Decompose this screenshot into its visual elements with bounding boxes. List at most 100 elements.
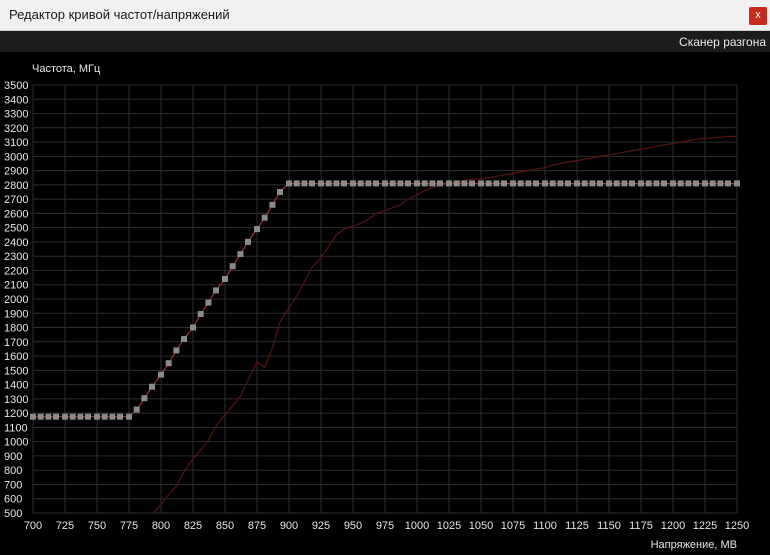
curve-point[interactable] [469,180,475,187]
curve-point[interactable] [382,180,388,187]
curve-point[interactable] [725,180,731,187]
curve-point[interactable] [589,180,596,187]
curve-point[interactable] [365,180,372,187]
y-tick-label: 1400 [4,380,28,392]
curve-point[interactable] [501,180,507,187]
curve-point[interactable] [533,180,539,187]
curve-point[interactable] [397,180,404,187]
curve-point[interactable] [485,180,492,187]
curve-point[interactable] [542,180,548,187]
curve-point[interactable] [597,180,603,187]
curve-point[interactable] [453,180,460,187]
curve-point[interactable] [350,180,356,187]
toolbar: Сканер разгона [0,31,770,52]
y-tick-labels: 500 600 700 800 900 1000 1100 1200 1300 1400 1500 1… [4,80,28,520]
curve-point[interactable] [301,180,308,187]
curve-point[interactable] [109,413,116,420]
curve-point[interactable] [333,180,340,187]
curve-point[interactable] [101,413,108,420]
curve-point[interactable] [461,180,468,187]
curve-point[interactable] [717,180,724,187]
curve-point[interactable] [261,214,268,221]
curve-point[interactable] [613,180,620,187]
curve-point[interactable] [414,180,420,187]
curve-point[interactable] [653,180,660,187]
curve-point[interactable] [437,180,443,187]
curve-point[interactable] [277,189,283,195]
curve-point[interactable] [158,371,164,378]
curve-point[interactable] [677,180,684,187]
curve-point[interactable] [37,413,44,420]
curve-point[interactable] [557,180,564,187]
curve-point[interactable] [45,413,52,420]
curve-point[interactable] [237,251,244,258]
curve-point[interactable] [245,238,251,245]
curve-point[interactable] [446,180,452,187]
curve-point[interactable] [85,413,91,420]
y-tick-label: 1300 [4,394,28,406]
curve-point[interactable] [734,180,740,187]
curve-point[interactable] [309,180,315,187]
curve-point[interactable] [213,287,219,294]
curve-point[interactable] [77,413,84,420]
curve-point[interactable] [149,383,155,390]
curve-point[interactable] [549,180,556,187]
curve-point[interactable] [318,180,324,187]
curve-point[interactable] [341,180,347,187]
curve-point[interactable] [421,180,428,187]
curve-point[interactable] [581,180,588,187]
curve-point[interactable] [525,180,532,187]
curve-point[interactable] [565,180,571,187]
curve-point[interactable] [510,180,516,187]
curve-point[interactable] [661,180,667,187]
curve-point[interactable] [222,276,228,282]
curve-point[interactable] [197,311,204,317]
curve-point[interactable] [638,180,644,187]
curve-point[interactable] [126,413,132,420]
vf-curve-chart[interactable]: 500 600 700 800 900 1000 1100 1200 1300 1400 1500 1… [0,52,770,555]
curve-point[interactable] [254,226,260,233]
curve-point[interactable] [373,180,379,187]
curve-point[interactable] [286,180,292,187]
curve-point[interactable] [621,180,628,187]
curve-point[interactable] [517,180,524,187]
curve-point[interactable] [133,406,140,413]
curve-point[interactable] [670,180,676,187]
curve-point[interactable] [389,180,396,187]
y-tick-label: 2700 [4,194,28,206]
curve-point[interactable] [574,180,580,187]
curve-point[interactable] [357,180,364,187]
overclock-scanner-button[interactable]: Сканер разгона [679,35,766,49]
curve-point[interactable] [405,180,411,187]
curve-point[interactable] [429,180,436,187]
curve-point[interactable] [173,347,180,354]
curve-point[interactable] [702,180,708,187]
curve-point[interactable] [62,413,68,420]
curve-point[interactable] [117,413,123,420]
window-title: Редактор кривой частот/напряжений [9,7,230,22]
curve-point[interactable] [165,360,172,367]
curve-point[interactable] [69,413,76,420]
curve-point[interactable] [229,263,236,270]
curve-point[interactable] [205,299,212,306]
curve-point[interactable] [693,180,699,187]
curve-point[interactable] [493,180,500,187]
vf-curve-svg[interactable]: 500 600 700 800 900 1000 1100 1200 1300 1400 1500 1… [0,52,770,555]
curve-point[interactable] [53,413,59,420]
curve-point[interactable] [94,413,100,420]
curve-point[interactable] [190,324,196,331]
curve-point[interactable] [30,413,36,420]
curve-point[interactable] [181,335,187,342]
curve-point[interactable] [685,180,692,187]
x-tick-label: 875 [248,520,266,532]
curve-point[interactable] [293,180,300,187]
curve-point[interactable] [645,180,652,187]
curve-point[interactable] [606,180,612,187]
curve-point[interactable] [325,180,332,187]
curve-point[interactable] [629,180,635,187]
curve-point[interactable] [709,180,716,187]
curve-point[interactable] [141,395,148,402]
curve-point[interactable] [478,180,484,187]
curve-point[interactable] [269,201,276,208]
close-button[interactable]: x [749,7,767,25]
